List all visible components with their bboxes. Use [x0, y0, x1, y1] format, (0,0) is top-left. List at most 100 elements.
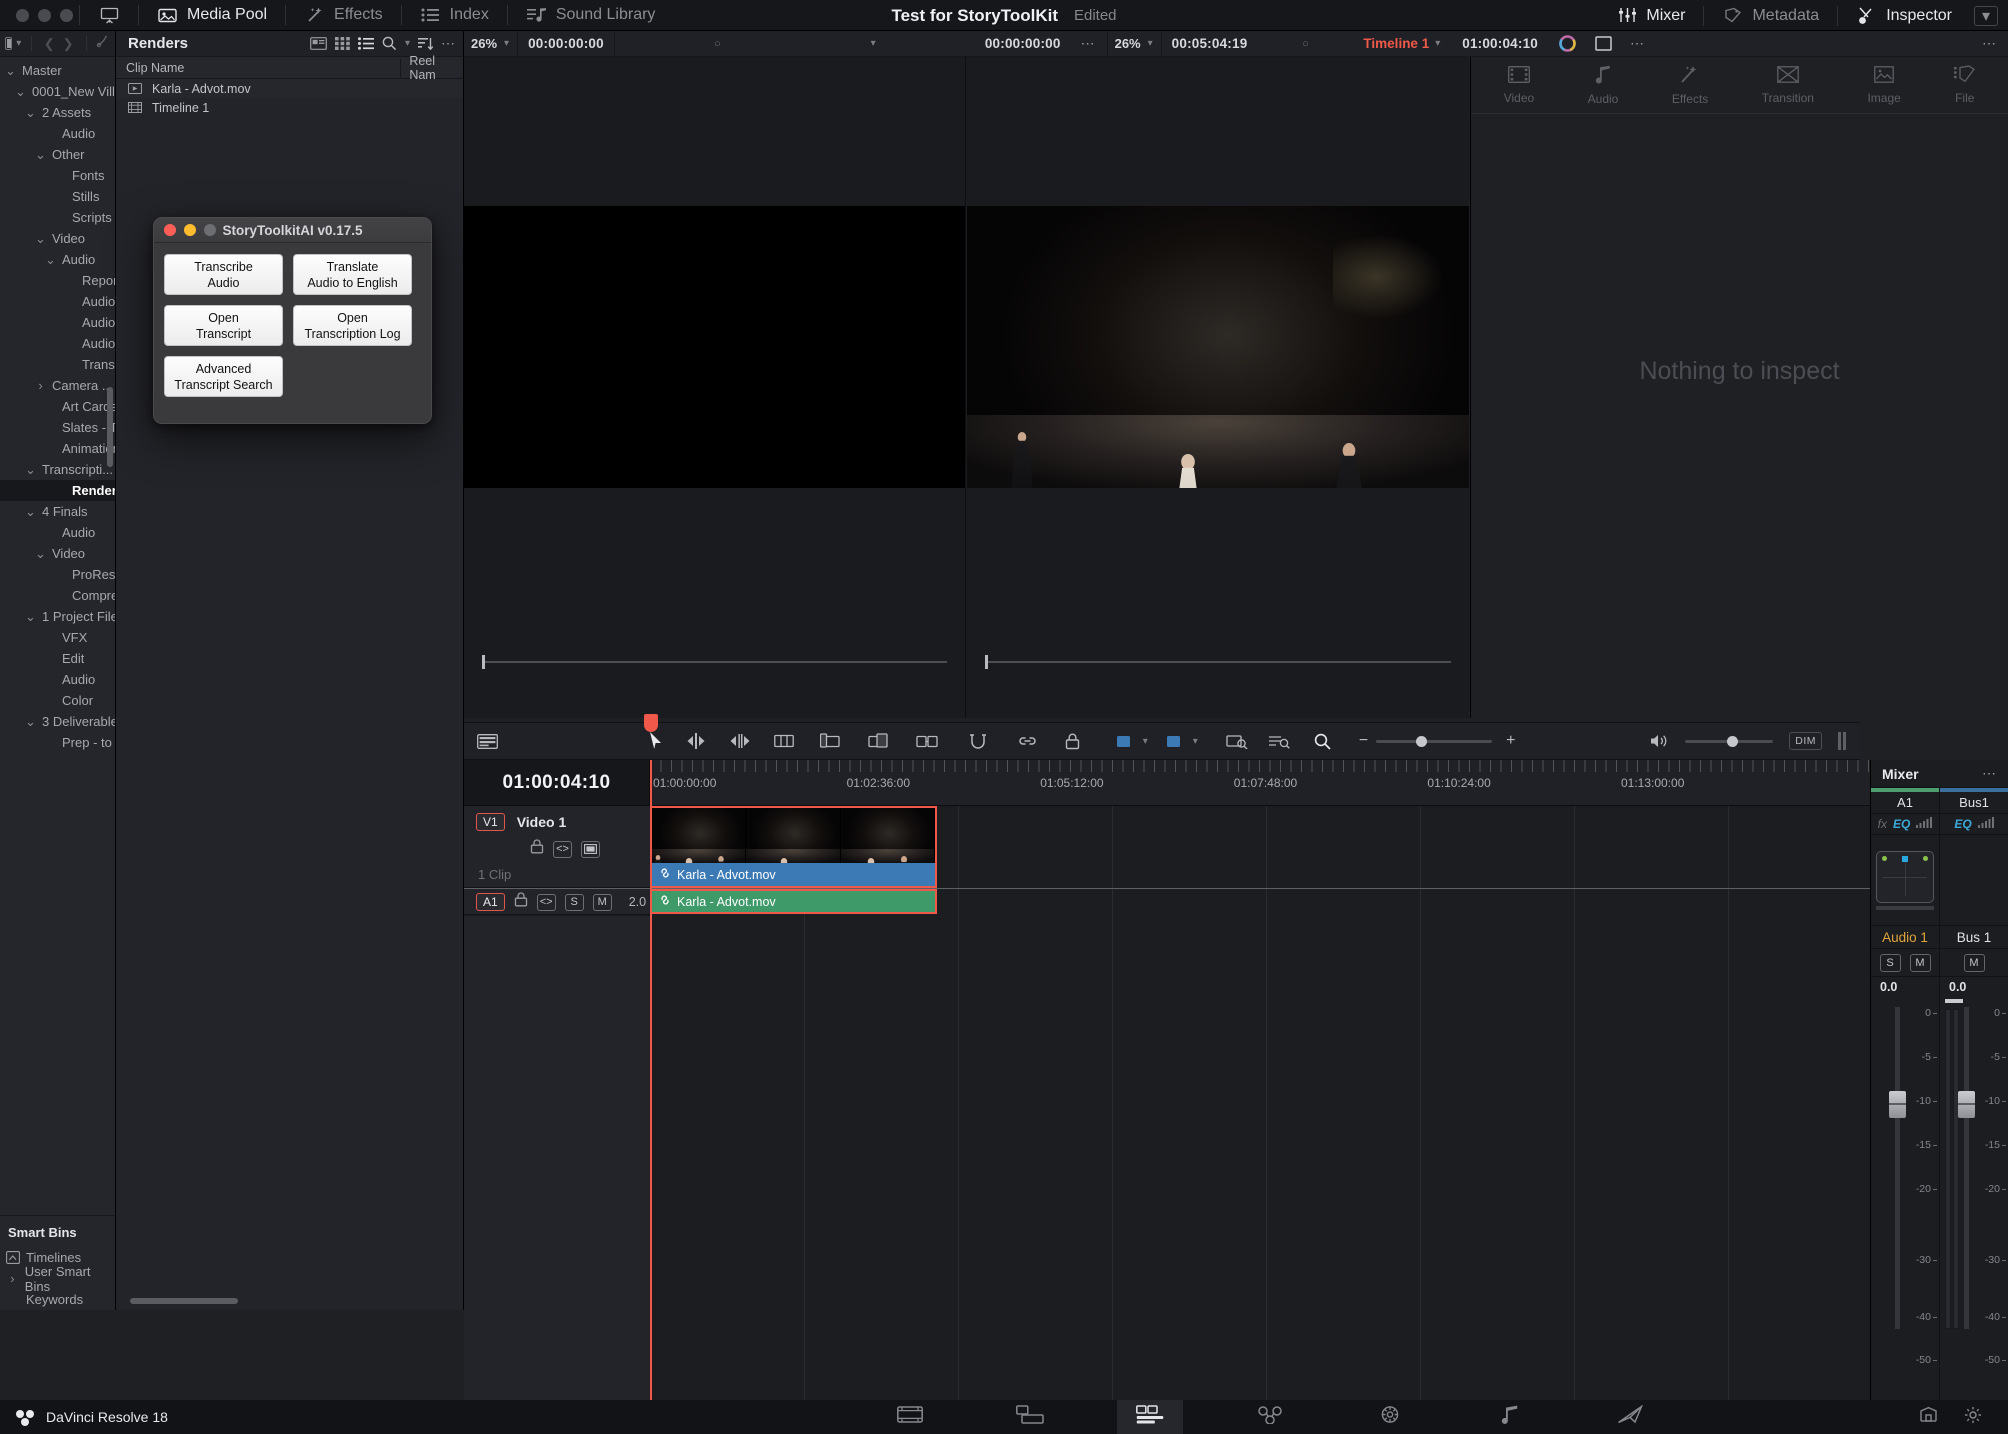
mixer-channel-a1[interactable]: A1 fx EQ Audio 1 S M 0.0 0 -5 -10 -15 -20 -30 -40 -50: [1871, 788, 1963, 1434]
media-pool-button[interactable]: Media Pool: [145, 0, 279, 31]
media-pool-scrollbar[interactable]: [130, 1298, 238, 1304]
zoom-slider[interactable]: [1376, 735, 1493, 747]
eq-button[interactable]: EQ: [1893, 817, 1910, 831]
eq-curve-icon[interactable]: [1977, 817, 1994, 831]
column-header-clip-name[interactable]: Clip Name: [116, 58, 402, 77]
sidebar-toggle-icon[interactable]: [5, 37, 13, 50]
chevron-down-icon[interactable]: ⌄: [24, 463, 37, 476]
chevron-down-icon[interactable]: ⌄: [4, 64, 17, 77]
page-button-media[interactable]: [877, 1400, 943, 1434]
minimize-button[interactable]: [184, 224, 196, 236]
dynamic-trim-icon[interactable]: [718, 733, 762, 749]
source-clip-chevron-icon[interactable]: ▾: [871, 38, 876, 49]
chevron-down-icon[interactable]: ⌄: [34, 232, 47, 245]
color-wheel-icon[interactable]: [1548, 31, 1587, 57]
replace-clip-icon[interactable]: [902, 733, 952, 749]
bin-tree-item-transf[interactable]: Transf...: [0, 354, 115, 375]
inspector-tab-video[interactable]: Video: [1504, 65, 1534, 105]
inspector-tab-image[interactable]: Image: [1867, 65, 1901, 105]
timeline-viewer-scrubber[interactable]: [985, 655, 1451, 669]
storytoolkit-dialog[interactable]: StoryToolkitAI v0.17.5 Transcribe Audio T…: [153, 217, 432, 424]
timeline-timecode-value[interactable]: 01:00:04:10: [1440, 31, 1548, 57]
index-button[interactable]: Index: [408, 0, 501, 31]
timeline-viewer[interactable]: ▾: [967, 57, 1469, 762]
solo-button[interactable]: S: [1879, 953, 1901, 972]
thumbnail-view-icon[interactable]: [310, 37, 327, 50]
dialog-window-buttons[interactable]: [154, 224, 216, 236]
source-timecode-left[interactable]: 00:00:00:00: [518, 31, 614, 57]
timeline-clip-audio[interactable]: Karla - Advot.mov: [650, 889, 937, 914]
marker-icon[interactable]: [1148, 734, 1193, 749]
bin-tree-item-vfx[interactable]: VFX: [0, 627, 115, 648]
inspector-tab-effects[interactable]: Effects: [1672, 65, 1708, 106]
timeline-ruler[interactable]: 01:00:00:00 01:02:36:00 01:05:12:00 01:07:4…: [650, 760, 1870, 806]
bin-tree-item-master[interactable]: ⌄ Master: [0, 60, 115, 81]
timeline-playhead[interactable]: [644, 714, 658, 1420]
lock-icon[interactable]: [514, 892, 528, 912]
sort-icon[interactable]: [418, 37, 433, 51]
nav-back-button[interactable]: ❮: [42, 36, 57, 52]
bin-tree-item-scripts[interactable]: Scripts: [0, 207, 115, 228]
track-header-a1[interactable]: A1 <> S M 2.0: [464, 889, 650, 915]
bin-tree-item-prep-to-be[interactable]: Prep - to be...: [0, 732, 115, 753]
chevron-down-icon[interactable]: ▾: [1148, 38, 1153, 49]
open-transcript-button[interactable]: Open Transcript: [164, 305, 283, 346]
track-header-v1[interactable]: V1 Video 1 <> 1 Clip: [464, 806, 650, 888]
mixer-pan-area[interactable]: [1871, 835, 1939, 925]
bin-tree-item-audio[interactable]: Audio: [0, 123, 115, 144]
zoom-icon[interactable]: [1300, 733, 1345, 750]
nav-forward-button[interactable]: ❯: [61, 36, 76, 52]
timeline-clip-video[interactable]: Karla - Advot.mov: [650, 806, 937, 888]
detail-zoom-icon[interactable]: [1258, 733, 1300, 749]
zoom-to-fit-icon[interactable]: [1198, 733, 1258, 749]
track-layer-icon[interactable]: [581, 840, 600, 858]
source-viewer-scrubber[interactable]: [482, 655, 947, 669]
settings-gear-icon[interactable]: [1964, 1406, 1982, 1429]
fader-knob[interactable]: [1889, 1091, 1906, 1118]
mixer-channel-header[interactable]: A1: [1871, 792, 1939, 814]
sound-library-button[interactable]: Sound Library: [514, 0, 668, 31]
inspector-tabs[interactable]: Video Audio Effects Transition Image File: [1471, 57, 2008, 114]
media-pool-row[interactable]: Karla - Advot.mov: [116, 79, 463, 98]
speaker-icon[interactable]: [1650, 733, 1669, 749]
mute-button[interactable]: M: [592, 893, 612, 911]
metadata-toggle-button[interactable]: Metadata: [1710, 0, 1831, 31]
mixer-pan-area[interactable]: [1940, 835, 2008, 925]
solo-button[interactable]: S: [564, 893, 584, 911]
bin-tree-item-audio0[interactable]: Audio0...: [0, 312, 115, 333]
page-button-color[interactable]: [1357, 1400, 1423, 1434]
project-manager-icon[interactable]: [1919, 1406, 1938, 1428]
chevron-down-icon[interactable]: ▾: [405, 38, 410, 49]
fader-track[interactable]: [1895, 1007, 1900, 1329]
chevron-down-icon[interactable]: ⌄: [24, 610, 37, 623]
source-viewer[interactable]: ▾: [464, 57, 966, 762]
bin-tree-item-audio[interactable]: ⌄ Audio: [0, 249, 115, 270]
overwrite-clip-icon[interactable]: [854, 733, 902, 749]
fader-knob[interactable]: [1958, 1091, 1975, 1118]
advanced-transcript-search-button[interactable]: Advanced Transcript Search: [164, 356, 283, 397]
eq-button[interactable]: EQ: [1954, 817, 1971, 831]
track-badge-v1[interactable]: V1: [476, 813, 505, 831]
page-button-fairlight[interactable]: [1477, 1400, 1543, 1434]
razor-edit-icon[interactable]: [762, 733, 806, 749]
home-screen-button[interactable]: [86, 0, 132, 31]
media-pool-list[interactable]: Karla - Advot.mov Timeline 1: [116, 79, 463, 117]
media-pool-row[interactable]: Timeline 1: [116, 98, 463, 117]
effects-button[interactable]: Effects: [292, 0, 395, 31]
lock-icon[interactable]: [1051, 733, 1094, 750]
chevron-down-icon[interactable]: ⌄: [24, 106, 37, 119]
dim-button[interactable]: DIM: [1789, 732, 1822, 750]
bin-tree-item-4-finals[interactable]: ⌄ 4 Finals: [0, 501, 115, 522]
window-traffic-lights[interactable]: [0, 8, 73, 22]
search-icon[interactable]: [382, 36, 397, 51]
page-button-deliver[interactable]: [1597, 1400, 1663, 1434]
chevron-down-icon[interactable]: ⌄: [24, 505, 37, 518]
page-button-fusion[interactable]: [1237, 1400, 1303, 1434]
playhead-handle[interactable]: [644, 714, 658, 732]
bin-tree-item-color[interactable]: Color: [0, 690, 115, 711]
bin-tree-item-prores-hq[interactable]: ProRes HQ: [0, 564, 115, 585]
close-button[interactable]: [164, 224, 176, 236]
mixer-channel-header[interactable]: Bus1: [1940, 792, 2008, 814]
mixer-gain-value[interactable]: 0.0: [1940, 977, 2008, 997]
chevron-down-icon[interactable]: ⌄: [44, 253, 57, 266]
